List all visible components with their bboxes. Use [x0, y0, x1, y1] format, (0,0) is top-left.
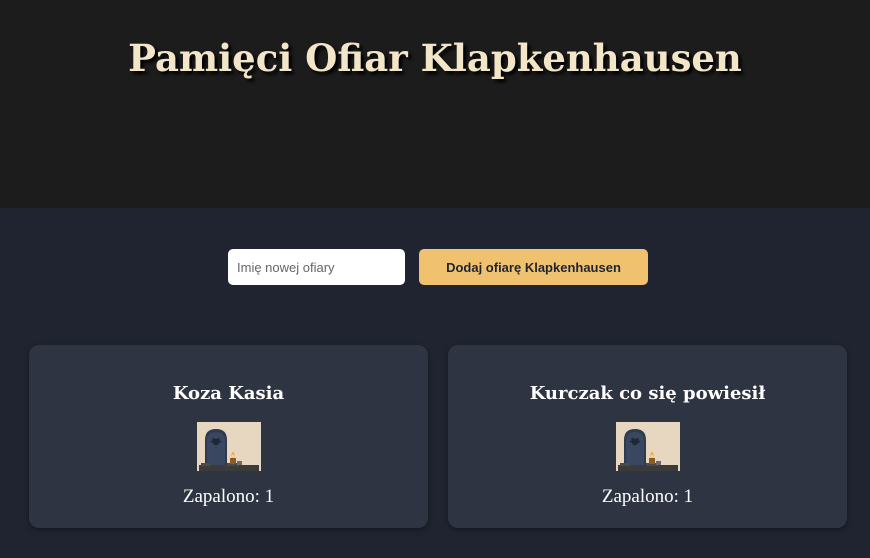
gravestone-candle-icon[interactable]: [197, 422, 261, 471]
victim-name-input[interactable]: [228, 249, 405, 285]
add-victim-form: Dodaj ofiarę Klapkenhausen: [228, 249, 648, 285]
victim-cards-list: Koza Kasia Zapalono: 1 Kurczak co się po…: [29, 345, 847, 528]
victim-card[interactable]: Kurczak co się powiesił Zapalono: 1: [448, 345, 847, 528]
gravestone-candle-icon[interactable]: [616, 422, 680, 471]
victim-name: Kurczak co się powiesił: [529, 383, 766, 404]
victim-name: Koza Kasia: [172, 383, 285, 404]
page-title: Pamięci Ofiar Klapkenhausen: [128, 36, 742, 80]
candles-lit-count: Zapalono: 1: [182, 486, 275, 507]
add-victim-button[interactable]: Dodaj ofiarę Klapkenhausen: [419, 249, 648, 285]
main-content: Dodaj ofiarę Klapkenhausen Koza Kasia: [0, 208, 870, 558]
victim-card[interactable]: Koza Kasia Zapalono: 1: [29, 345, 428, 528]
candles-lit-count: Zapalono: 1: [601, 486, 694, 507]
page-header: Pamięci Ofiar Klapkenhausen: [0, 0, 870, 208]
